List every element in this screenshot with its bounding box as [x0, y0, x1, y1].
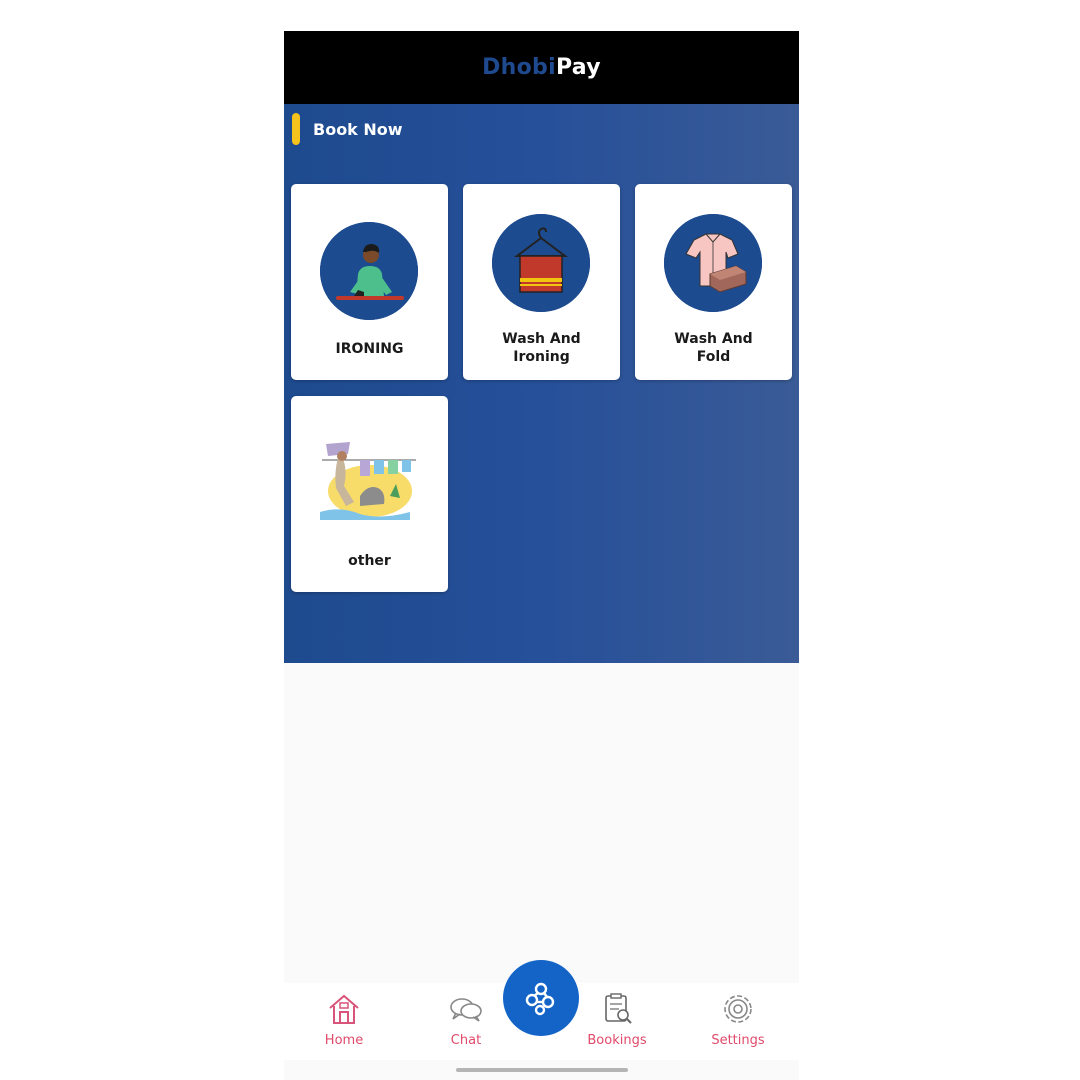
nav-item-settings[interactable]: Settings: [693, 991, 783, 1048]
nav-item-home[interactable]: Home: [299, 991, 389, 1048]
service-label-line: Wash And: [674, 331, 753, 347]
service-card-wash-and-ironing[interactable]: Wash And Ironing: [463, 184, 620, 380]
service-label-wash-and-fold: Wash And Fold: [641, 330, 786, 366]
booking-panel: Book Now IRONING Wash And Ironing Wash A…: [284, 104, 799, 663]
service-label-line: Ironing: [513, 349, 570, 365]
hanger-towel-icon: [492, 214, 590, 312]
section-title: Book Now: [313, 119, 403, 139]
service-card-other[interactable]: other: [291, 396, 448, 592]
connect-icon: [525, 982, 555, 1016]
service-label-line: Wash And: [502, 331, 581, 347]
service-label-line: Fold: [696, 349, 731, 365]
brand-part-dhobi: Dhobi: [482, 55, 556, 80]
nav-item-bookings[interactable]: Bookings: [572, 991, 662, 1048]
brand-part-pay: Pay: [555, 55, 601, 80]
ironing-icon: [320, 222, 418, 320]
service-label-ironing: IRONING: [335, 341, 404, 357]
app-title: DhobiPay: [482, 55, 601, 80]
top-app-bar: DhobiPay: [284, 31, 799, 104]
center-action-button[interactable]: [503, 960, 579, 1036]
service-label-other: other: [348, 553, 391, 569]
nav-label-settings: Settings: [711, 1033, 765, 1048]
nav-label-chat: Chat: [450, 1033, 482, 1048]
section-accent-bar: [292, 113, 300, 145]
home-indicator[interactable]: [456, 1068, 628, 1072]
home-icon: [329, 994, 359, 1024]
laundry-line-icon: [320, 436, 420, 531]
folded-shirt-icon: [664, 214, 762, 312]
nav-label-home: Home: [324, 1033, 364, 1048]
section-header: Book Now: [292, 113, 403, 145]
nav-item-chat[interactable]: Chat: [421, 991, 511, 1048]
chat-icon: [450, 998, 482, 1022]
service-card-wash-and-fold[interactable]: Wash And Fold: [635, 184, 792, 380]
gear-icon: [724, 995, 752, 1023]
service-card-ironing[interactable]: IRONING: [291, 184, 448, 380]
service-label-wash-and-ironing: Wash And Ironing: [469, 330, 614, 366]
bookings-icon: [605, 993, 632, 1024]
nav-label-bookings: Bookings: [587, 1033, 647, 1048]
app-screen: DhobiPay Book Now IRONING Wash And Ironi…: [284, 31, 799, 1080]
